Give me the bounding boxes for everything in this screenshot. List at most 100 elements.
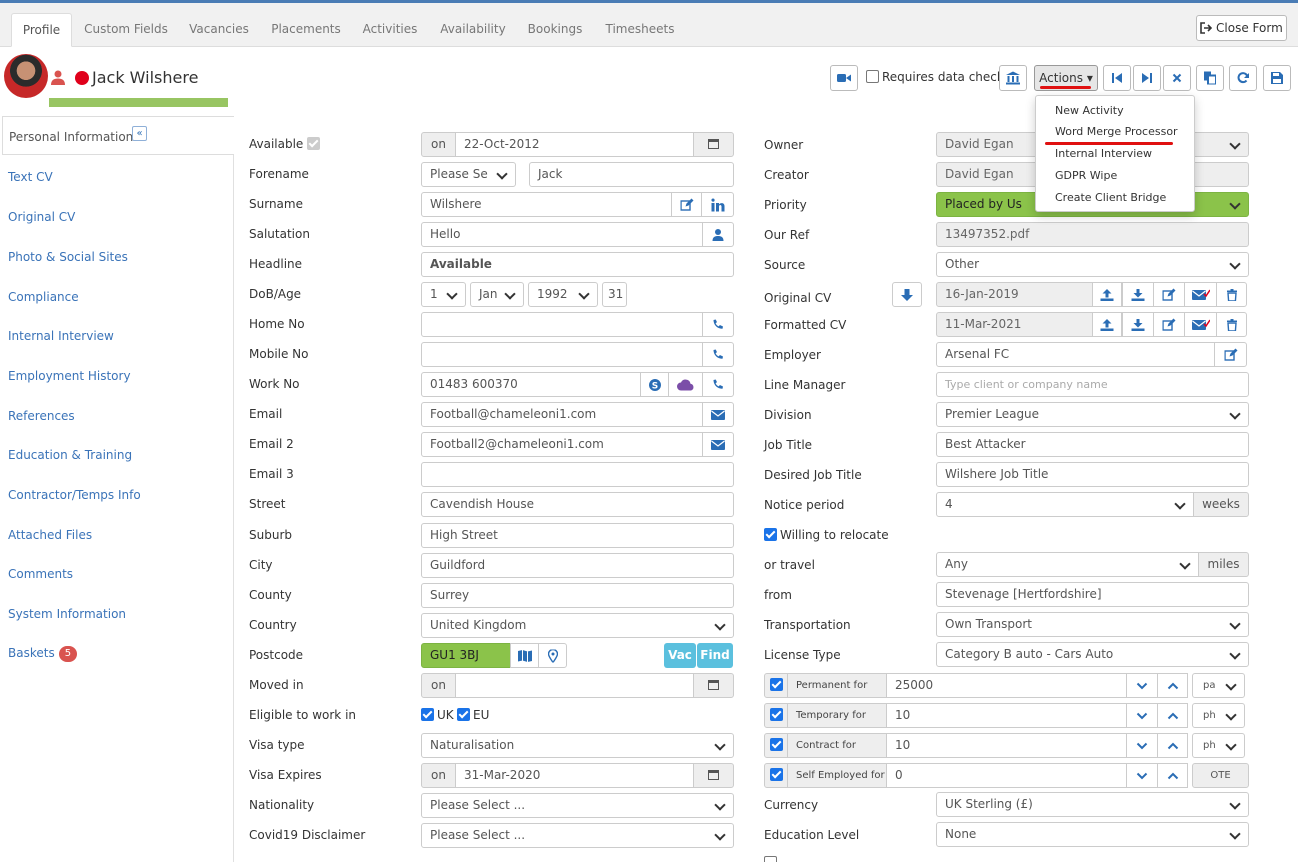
- find-button[interactable]: Find: [697, 643, 733, 668]
- temporary-checkbox-wrap[interactable]: [764, 703, 788, 728]
- sidebar-item-text-cv[interactable]: Text CV: [8, 170, 53, 184]
- cloud-call-button[interactable]: [668, 372, 703, 397]
- visa-expires-calendar-button[interactable]: [693, 763, 734, 788]
- email3-input[interactable]: [421, 462, 734, 487]
- email-send-button[interactable]: [702, 402, 734, 427]
- eligible-uk[interactable]: UK: [421, 708, 454, 722]
- sidebar-item-baskets[interactable]: Baskets 5: [8, 646, 78, 662]
- original-cv-edit-button[interactable]: [1153, 282, 1185, 307]
- eligible-eu-checkbox[interactable]: [457, 708, 470, 721]
- tab-activities[interactable]: Activities: [357, 13, 423, 47]
- available-date-input[interactable]: 22-Oct-2012: [455, 132, 694, 157]
- job-title-input[interactable]: Best Attacker: [936, 432, 1249, 457]
- transportation-select[interactable]: Own Transport: [936, 612, 1249, 637]
- partial-checkbox[interactable]: [764, 856, 777, 862]
- division-select[interactable]: Premier League: [936, 402, 1249, 427]
- menu-word-merge-processor[interactable]: Word Merge Processor: [1055, 125, 1178, 138]
- email2-send-button[interactable]: [702, 432, 734, 457]
- tab-timesheets[interactable]: Timesheets: [600, 13, 680, 47]
- temporary-checkbox[interactable]: [769, 708, 783, 721]
- permanent-unit-select[interactable]: pa: [1192, 673, 1245, 698]
- line-manager-input[interactable]: Type client or company name: [936, 372, 1249, 397]
- contract-input[interactable]: 10: [886, 733, 1127, 758]
- headline-input[interactable]: Available: [421, 252, 734, 277]
- video-button[interactable]: [830, 65, 858, 91]
- contract-unit-select[interactable]: ph: [1192, 733, 1245, 758]
- linkedin-button[interactable]: [701, 192, 734, 217]
- sidebar-item-comments[interactable]: Comments: [8, 567, 73, 581]
- dob-day-select[interactable]: 1: [421, 282, 466, 307]
- sidebar-item-attached-files[interactable]: Attached Files: [8, 528, 92, 542]
- relocate[interactable]: Willing to relocate: [764, 528, 889, 542]
- home-no-input[interactable]: [421, 312, 703, 337]
- source-select[interactable]: Other: [936, 252, 1249, 277]
- menu-internal-interview[interactable]: Internal Interview: [1055, 147, 1152, 160]
- formatted-cv-email-button[interactable]: [1184, 312, 1217, 337]
- mobile-no-call-button[interactable]: [702, 342, 734, 367]
- eligible-uk-checkbox[interactable]: [421, 708, 434, 721]
- menu-gdpr-wipe[interactable]: GDPR Wipe: [1055, 169, 1117, 182]
- sidebar-item-internal-interview[interactable]: Internal Interview: [8, 329, 114, 343]
- formatted-cv-upload-button[interactable]: [1092, 312, 1122, 337]
- mobile-no-input[interactable]: [421, 342, 703, 367]
- moved-in-input[interactable]: [455, 673, 694, 698]
- moved-in-calendar-button[interactable]: [693, 673, 734, 698]
- available-checkbox[interactable]: [307, 137, 321, 150]
- forename-input[interactable]: Jack: [529, 162, 734, 187]
- sidebar-item-photo-social[interactable]: Photo & Social Sites: [8, 250, 128, 264]
- contract-up-button[interactable]: [1157, 733, 1188, 758]
- save-button[interactable]: [1263, 65, 1291, 91]
- desired-job-title-input[interactable]: Wilshere Job Title: [936, 462, 1249, 487]
- close-record-button[interactable]: [1163, 65, 1191, 91]
- sidebar-item-original-cv[interactable]: Original CV: [8, 210, 75, 224]
- travel-select[interactable]: Any: [936, 552, 1199, 577]
- license-type-select[interactable]: Category B auto - Cars Auto: [936, 642, 1249, 667]
- sidebar-item-education-training[interactable]: Education & Training: [8, 448, 132, 462]
- permanent-down-button[interactable]: [1126, 673, 1158, 698]
- eligible-eu[interactable]: EU: [457, 708, 489, 722]
- original-cv-download-button[interactable]: [1122, 282, 1154, 307]
- county-input[interactable]: Surrey: [421, 583, 734, 608]
- close-form-button[interactable]: Close Form: [1196, 15, 1287, 41]
- sidebar-item-contractor-temps[interactable]: Contractor/Temps Info: [8, 488, 141, 502]
- salutation-person-button[interactable]: [702, 222, 734, 247]
- covid-select[interactable]: Please Select ...: [421, 823, 734, 848]
- sidebar-header[interactable]: Personal Information: [2, 116, 234, 155]
- self-employed-up-button[interactable]: [1157, 763, 1188, 788]
- permanent-checkbox-wrap[interactable]: [764, 673, 788, 698]
- education-level-select[interactable]: None: [936, 822, 1249, 847]
- country-select[interactable]: United Kingdom: [421, 613, 734, 638]
- original-cv-download-arrow-button[interactable]: [892, 282, 922, 307]
- tab-availability[interactable]: Availability: [434, 13, 512, 47]
- formatted-cv-edit-button[interactable]: [1153, 312, 1185, 337]
- original-cv-email-button[interactable]: [1184, 282, 1217, 307]
- visa-type-select[interactable]: Naturalisation: [421, 733, 734, 758]
- available-calendar-button[interactable]: [693, 132, 734, 157]
- surname-input[interactable]: Wilshere: [421, 192, 672, 217]
- tab-placements[interactable]: Placements: [266, 13, 346, 47]
- work-no-call-button[interactable]: [702, 372, 734, 397]
- formatted-cv-delete-button[interactable]: [1216, 312, 1247, 337]
- surname-edit-button[interactable]: [671, 192, 702, 217]
- postcode-input[interactable]: GU1 3BJ: [421, 643, 511, 668]
- dob-year-select[interactable]: 1992: [528, 282, 598, 307]
- tab-bookings[interactable]: Bookings: [522, 13, 588, 47]
- copy-button[interactable]: [1196, 65, 1224, 91]
- contract-checkbox-wrap[interactable]: [764, 733, 788, 758]
- from-input[interactable]: Stevenage [Hertfordshire]: [936, 582, 1249, 607]
- sidebar-item-references[interactable]: References: [8, 409, 75, 423]
- original-cv-upload-button[interactable]: [1092, 282, 1122, 307]
- street-input[interactable]: Cavendish House: [421, 492, 734, 517]
- vac-button[interactable]: Vac: [664, 643, 696, 668]
- permanent-checkbox[interactable]: [769, 678, 783, 691]
- title-select[interactable]: Please Se: [421, 162, 516, 187]
- notice-period-select[interactable]: 4: [936, 492, 1194, 517]
- tab-custom-fields[interactable]: Custom Fields: [80, 13, 172, 47]
- self-employed-checkbox-wrap[interactable]: [764, 763, 788, 788]
- bank-button[interactable]: [999, 65, 1027, 91]
- requires-data-check-box[interactable]: [866, 70, 879, 83]
- self-employed-down-button[interactable]: [1126, 763, 1158, 788]
- first-record-button[interactable]: [1103, 65, 1131, 91]
- suburb-input[interactable]: High Street: [421, 523, 734, 548]
- self-employed-input[interactable]: 0: [886, 763, 1127, 788]
